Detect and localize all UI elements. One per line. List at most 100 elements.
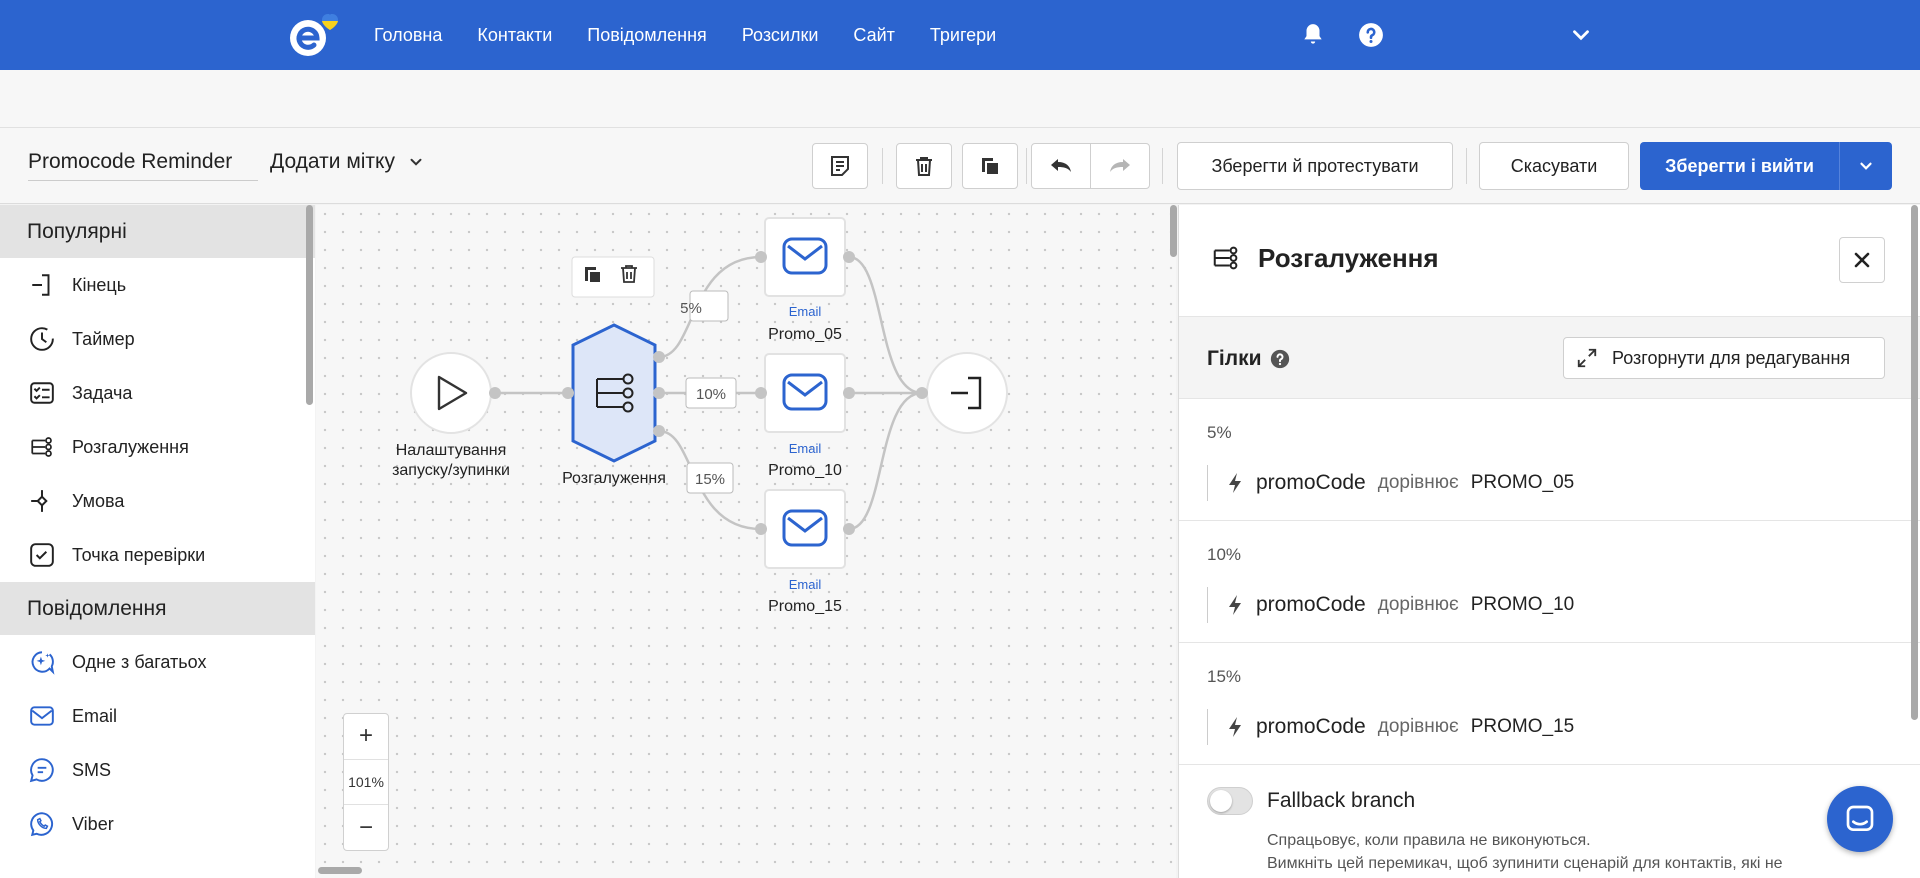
email-node-2[interactable] (764, 353, 846, 433)
account-dropdown-icon[interactable] (1568, 22, 1594, 48)
save-and-exit-button[interactable]: Зберегти і вийти (1640, 142, 1840, 190)
node-actions-popup (571, 256, 655, 298)
start-node[interactable] (410, 352, 492, 434)
checkpoint-icon (27, 540, 57, 570)
close-panel-button[interactable] (1839, 237, 1885, 283)
sidebar-item-task[interactable]: Задача (0, 366, 315, 420)
email-node-1-type: Email (788, 304, 822, 319)
nav-link-contacts[interactable]: Контакти (477, 25, 552, 46)
help-icon[interactable] (1270, 349, 1290, 369)
chat-icon (1846, 805, 1874, 831)
chevron-down-icon (1860, 162, 1872, 170)
copy-button[interactable] (962, 143, 1018, 189)
canvas-vertical-scrollbar[interactable] (1170, 205, 1177, 257)
block-library: Популярні Кінець Таймер Задача Розгалуже… (0, 205, 315, 878)
section-popular[interactable]: Популярні (0, 205, 315, 258)
task-icon (27, 378, 57, 408)
branch-icon (27, 432, 57, 462)
notes-button[interactable] (812, 143, 868, 189)
canvas-horizontal-scrollbar[interactable] (318, 867, 362, 874)
branch-rule-1[interactable]: 5% promoCode дорівнює PROMO_05 (1179, 399, 1920, 521)
sidebar-item-label: Viber (72, 813, 114, 834)
sidebar-item-one-of-many[interactable]: Одне з багатьох (0, 635, 315, 689)
section-messages[interactable]: Повідомлення (0, 582, 315, 635)
rule-field: promoCode (1256, 715, 1366, 738)
redo-button[interactable] (1090, 143, 1150, 189)
branch-rule-3[interactable]: 15% promoCode дорівнює PROMO_15 (1179, 643, 1920, 765)
sidebar-item-checkpoint[interactable]: Точка перевірки (0, 528, 315, 582)
expand-editing-button[interactable]: Розгорнути для редагування (1563, 337, 1885, 379)
nav-link-campaigns[interactable]: Розсилки (742, 25, 819, 46)
sidebar-scrollbar[interactable] (306, 205, 313, 405)
undo-button[interactable] (1031, 143, 1091, 189)
fallback-description: Спрацьовує, коли правила не виконуються.… (1267, 829, 1867, 875)
fallback-toggle[interactable] (1207, 787, 1253, 815)
sidebar-item-sms[interactable]: SMS (0, 743, 315, 797)
split-node[interactable] (571, 323, 657, 463)
sidebar-item-label: Кінець (72, 274, 127, 295)
email-node-3-label: Promo_15 (768, 598, 842, 615)
sidebar-item-email[interactable]: Email (0, 689, 315, 743)
fallback-section: Fallback branch Спрацьовує, коли правила… (1179, 765, 1920, 878)
branch-percent: 10% (1207, 545, 1242, 564)
delete-button[interactable] (896, 143, 952, 189)
save-and-test-button[interactable]: Зберегти й протестувати (1177, 142, 1453, 190)
email-node-3[interactable] (764, 489, 846, 569)
lightning-icon (1229, 473, 1241, 493)
help-icon[interactable] (1358, 22, 1384, 48)
email-node-1[interactable] (764, 217, 846, 297)
cancel-button[interactable]: Скасувати (1479, 142, 1629, 190)
start-node-label-line1: Налаштування (395, 442, 507, 459)
fallback-label: Fallback branch (1267, 789, 1416, 812)
panel-scrollbar[interactable] (1911, 205, 1918, 720)
condition-icon (27, 486, 57, 516)
expand-icon (1577, 348, 1597, 368)
email-node-1-label: Promo_05 (768, 326, 842, 343)
sidebar-item-label: Одне з багатьох (72, 651, 207, 672)
timer-icon (27, 324, 57, 354)
nav-link-site[interactable]: Сайт (853, 25, 895, 46)
end-icon (27, 270, 57, 300)
scenario-name[interactable]: Promocode Reminder (28, 150, 258, 181)
branch-percent: 15% (1207, 667, 1242, 686)
branch-chip-3-label: 15% (694, 471, 726, 488)
sidebar-item-label: Розгалуження (72, 436, 189, 457)
zoom-out-button[interactable]: − (344, 804, 388, 850)
copy-icon (982, 158, 998, 174)
zoom-in-button[interactable]: + (344, 714, 388, 760)
redo-icon (1110, 159, 1130, 172)
editor-toolbar: Promocode Reminder Додати мітку Зберегти… (0, 128, 1920, 204)
branch-chip-1-label: 5% (680, 300, 702, 317)
sms-icon (27, 755, 57, 785)
note-icon (831, 156, 849, 176)
email-node-2-type: Email (788, 441, 822, 456)
nav-link-triggers[interactable]: Тригери (930, 25, 996, 46)
email-icon (27, 701, 57, 731)
rule-value: PROMO_05 (1470, 472, 1575, 493)
chat-widget-button[interactable] (1827, 786, 1893, 852)
sidebar-item-end[interactable]: Кінець (0, 258, 315, 312)
save-options-dropdown[interactable] (1840, 142, 1892, 190)
flow-diagram (410, 217, 1008, 569)
sidebar-item-condition[interactable]: Умова (0, 474, 315, 528)
nav-link-messages[interactable]: Повідомлення (587, 25, 707, 46)
branch-rule-2[interactable]: 10% promoCode дорівнює PROMO_10 (1179, 521, 1920, 643)
save-and-exit-group: Зберегти і вийти (1640, 142, 1892, 190)
branch-percent: 5% (1207, 423, 1232, 442)
one-of-many-icon (27, 647, 57, 677)
branches-header: Гілки Розгорнути для редагування (1179, 317, 1920, 399)
sidebar-item-timer[interactable]: Таймер (0, 312, 315, 366)
sidebar-item-branch[interactable]: Розгалуження (0, 420, 315, 474)
bell-icon[interactable] (1300, 22, 1326, 48)
logo-icon[interactable] (288, 12, 342, 58)
chevron-down-icon (410, 158, 422, 166)
sidebar-item-label: Задача (72, 382, 133, 403)
end-node[interactable] (926, 352, 1008, 434)
add-tag-dropdown[interactable]: Додати мітку (270, 150, 425, 174)
expand-label: Розгорнути для редагування (1612, 347, 1851, 368)
nav-link-home[interactable]: Головна (374, 25, 442, 46)
flow-canvas[interactable]: 5% 10% 15% Налаштування запуску/зупинки … (316, 205, 1176, 878)
sidebar-item-viber[interactable]: Viber (0, 797, 315, 851)
start-node-label-line2: запуску/зупинки (392, 462, 510, 479)
connector-email-1-end (848, 255, 923, 395)
